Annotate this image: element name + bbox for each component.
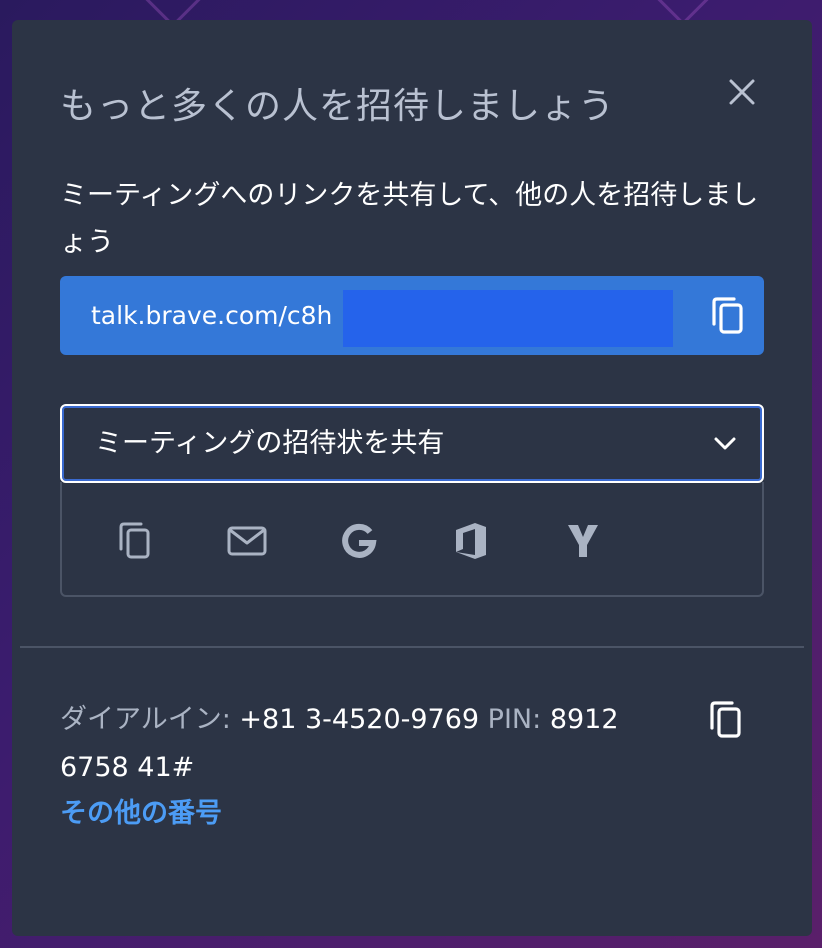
close-button[interactable]: [724, 74, 760, 110]
meeting-link-url[interactable]: talk.brave.com/c8h: [91, 276, 332, 355]
dialin-number: +81 3-4520-9769: [239, 704, 480, 735]
share-copy-button[interactable]: [112, 518, 158, 564]
copy-icon: [712, 297, 743, 334]
dialin-label: ダイアルイン:: [60, 704, 231, 735]
dialin-info: ダイアルイン: +81 3-4520-9769 PIN: 8912 6758 4…: [60, 696, 670, 792]
mail-icon: [227, 526, 267, 556]
share-yahoo-button[interactable]: [560, 518, 606, 564]
share-options-panel: [60, 482, 764, 597]
copy-dialin-button[interactable]: [706, 700, 746, 740]
pin-value-part1: 8912: [549, 704, 619, 735]
share-invite-select-value: ミーティングの招待状を共有: [95, 428, 445, 459]
dialog-title: もっと多くの人を招待しましょう: [60, 86, 616, 127]
pin-label: PIN:: [487, 704, 542, 735]
copy-icon: [710, 701, 741, 738]
share-office-button[interactable]: [448, 518, 494, 564]
office-icon: [456, 523, 486, 559]
copy-link-button[interactable]: [708, 296, 748, 336]
copy-icon: [119, 522, 150, 559]
more-numbers-link[interactable]: その他の番号: [60, 792, 222, 836]
share-google-button[interactable]: [336, 518, 382, 564]
google-icon: [342, 523, 377, 558]
yahoo-icon: [568, 525, 598, 557]
invite-description: ミーティングへのリンクを共有して、他の人を招待しましょう: [60, 180, 759, 258]
share-email-button[interactable]: [224, 518, 270, 564]
share-invite-select[interactable]: ミーティングの招待状を共有: [60, 404, 764, 483]
invite-dialog: もっと多くの人を招待しましょう ミーティングへのリンクを共有して、他の人を招待し…: [12, 20, 812, 936]
section-divider: [20, 646, 804, 648]
chevron-down-icon: [714, 437, 736, 450]
meeting-link-field[interactable]: talk.brave.com/c8h: [60, 276, 764, 355]
pin-value-part2: 6758 41#: [60, 752, 195, 783]
redacted-region: [343, 290, 673, 347]
close-icon: [729, 79, 755, 105]
